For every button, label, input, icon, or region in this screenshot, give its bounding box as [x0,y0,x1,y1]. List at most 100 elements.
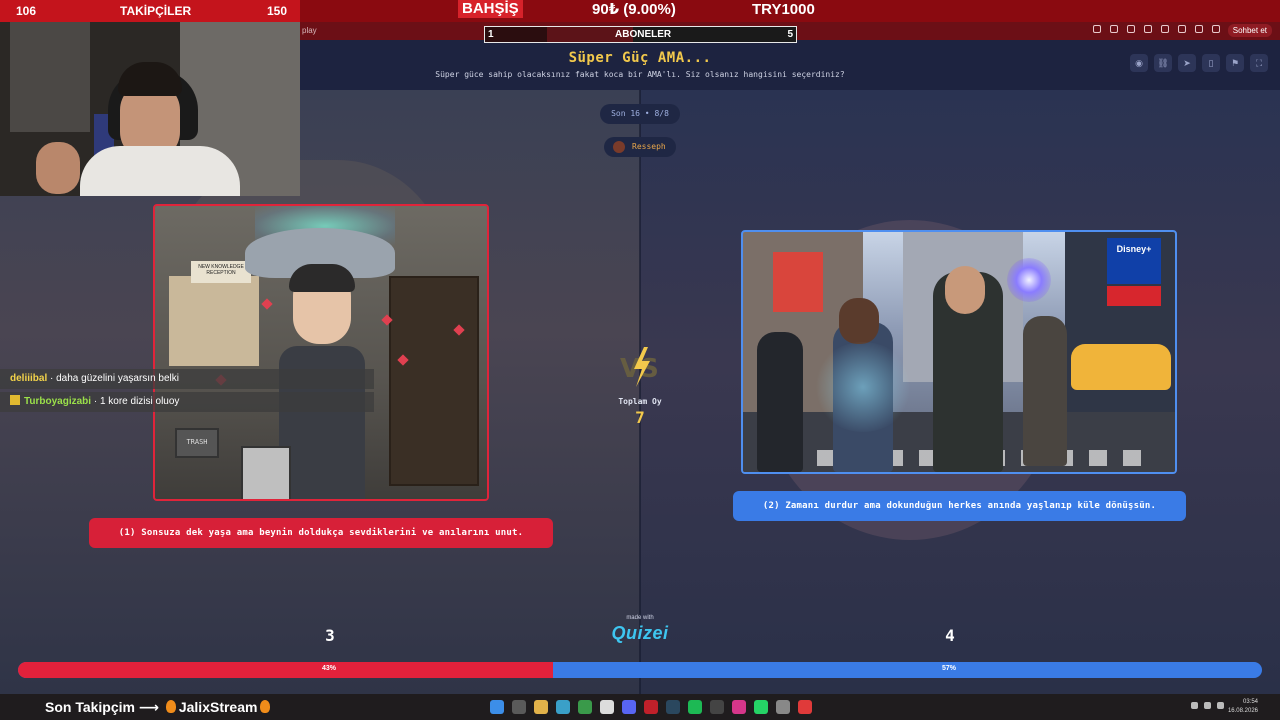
media-icon[interactable] [644,700,658,714]
flame-icon [165,700,176,713]
option-left-image[interactable]: NEW KNOWLEDGE RECEPTION TRASH [153,204,489,501]
bookmark-icon[interactable]: ▯ [1202,54,1220,72]
steam-icon[interactable] [666,700,680,714]
vote-progress-left [18,662,553,678]
option-right-image[interactable]: Disney+ [741,230,1177,474]
flag-icon[interactable]: ⚑ [1226,54,1244,72]
donation-goal: BAHŞİŞ 90₺ (9.00%) TRY1000 [458,0,815,18]
stream-goals-bar: 106 TAKİPÇİLER 150 BAHŞİŞ 90₺ (9.00%) TR… [0,0,1280,22]
vote-percent-left: 43% [322,665,337,672]
browser-extension-icons [1093,25,1220,33]
chat-message: Turboyagizabi · 1 kore dizisi oluoy [0,392,374,412]
follower-count: 106 [16,4,37,18]
photo-board [169,276,259,366]
instagram-icon[interactable] [732,700,746,714]
donation-label: BAHŞİŞ [458,0,523,18]
versus-icon: VS [620,347,659,387]
chat-username: Turboyagizabi [24,396,92,407]
votes-right: 4 [945,626,955,645]
chat-text: 1 kore dizisi oluoy [99,396,180,407]
pedestal [241,446,291,499]
subs-target: 5 [787,29,793,40]
more-icon[interactable] [1212,25,1220,33]
chat-overlay: deliiibal · daha güzelini yaşarsın belki… [0,369,374,415]
fullscreen-icon[interactable]: ⛶ [1250,54,1268,72]
time-orb [1007,258,1051,302]
clock[interactable]: 03:54 16.08.2026 [1228,698,1258,716]
spotify-icon[interactable] [688,700,702,714]
wifi-icon[interactable] [1204,702,1211,709]
woman-head [839,298,879,344]
link-icon[interactable]: ⛓ [1154,54,1172,72]
disney-billboard: Disney+ [1107,238,1161,284]
refresh-icon[interactable] [1110,25,1118,33]
donation-target: TRY1000 [752,0,815,18]
settings-icon[interactable] [776,700,790,714]
search-icon[interactable] [512,700,526,714]
app-icon[interactable] [578,700,592,714]
discord-icon[interactable] [622,700,636,714]
app-icon[interactable] [710,700,724,714]
profile-icon[interactable] [1195,25,1203,33]
quizei-logo[interactable]: Quizei [600,623,680,644]
edge-icon[interactable] [556,700,570,714]
folder-icon[interactable] [534,700,548,714]
subscriber-goal: 1 ABONELER 5 [484,26,797,43]
flame-icon [260,700,271,713]
bookshelf [389,276,479,486]
author-badge[interactable]: Resseph [604,137,676,157]
star-icon[interactable] [1093,25,1101,33]
subs-current: 1 [488,29,494,40]
chat-message: deliiibal · daha güzelini yaşarsın belki [0,369,374,389]
webcam-feed [0,22,300,196]
man-head [945,266,985,314]
last-follower: Son Takipçim ⟶ JalixStream [45,699,273,716]
votes-left: 3 [325,626,335,645]
yellow-taxi [1071,344,1171,390]
notes-icon[interactable] [600,700,614,714]
trash-bin: TRASH [175,428,219,458]
center-divider [639,90,641,694]
volume-icon[interactable] [1217,702,1224,709]
round-indicator: Son 16 • 8/8 [600,104,680,124]
quiz-toolbar: ◉ ⛓ ➤ ▯ ⚑ ⛶ [1130,54,1268,72]
vote-progress-bar: 43% 57% [18,662,1262,678]
follower-goal: 106 TAKİPÇİLER 150 [0,0,300,22]
send-icon[interactable]: ➤ [1178,54,1196,72]
start-icon[interactable] [490,700,504,714]
taskbar: Son Takipçim ⟶ JalixStream 03:54 16.08.2… [0,694,1280,720]
pedestrian [757,332,803,472]
billboard-small [1107,286,1161,306]
total-votes-value: 7 [635,408,645,427]
app-icon[interactable] [798,700,812,714]
extension-icon[interactable] [1127,25,1135,33]
subs-label: ABONELER [615,29,672,40]
follower-target: 150 [267,4,288,18]
address-fragment[interactable]: play [302,26,317,35]
time-mist [813,342,913,432]
eye-icon[interactable]: ◉ [1130,54,1148,72]
chat-username: deliiibal [10,373,48,384]
total-votes-label: Toplam Oy [618,397,662,406]
mic-icon[interactable] [1191,702,1198,709]
streamer-hand [36,142,80,194]
made-with-label: made with [626,615,654,621]
follower-label: TAKİPÇİLER [120,4,192,18]
split-icon[interactable] [1178,25,1186,33]
vote-percent-right: 57% [942,665,957,672]
history-icon[interactable] [1144,25,1152,33]
whatsapp-icon[interactable] [754,700,768,714]
chat-text: daha güzelini yaşarsın belki [56,373,179,384]
chat-button[interactable]: Sohbet et [1227,24,1272,37]
pedestrian [1023,316,1067,466]
download-icon[interactable] [1161,25,1169,33]
billboard-red [773,252,823,312]
last-follower-name: JalixStream [178,699,258,715]
option-left-button[interactable]: (1) Sonsuza dek yaşa ama beynin doldukça… [89,518,553,548]
option-right-button[interactable]: (2) Zamanı durdur ama dokunduğun herkes … [733,491,1186,521]
donation-value: 90₺ (9.00%) [592,1,676,18]
clock-date: 16.08.2026 [1227,708,1258,714]
streamer-shirt [80,146,240,196]
author-name: Resseph [632,142,666,151]
taskbar-apps [490,700,812,714]
